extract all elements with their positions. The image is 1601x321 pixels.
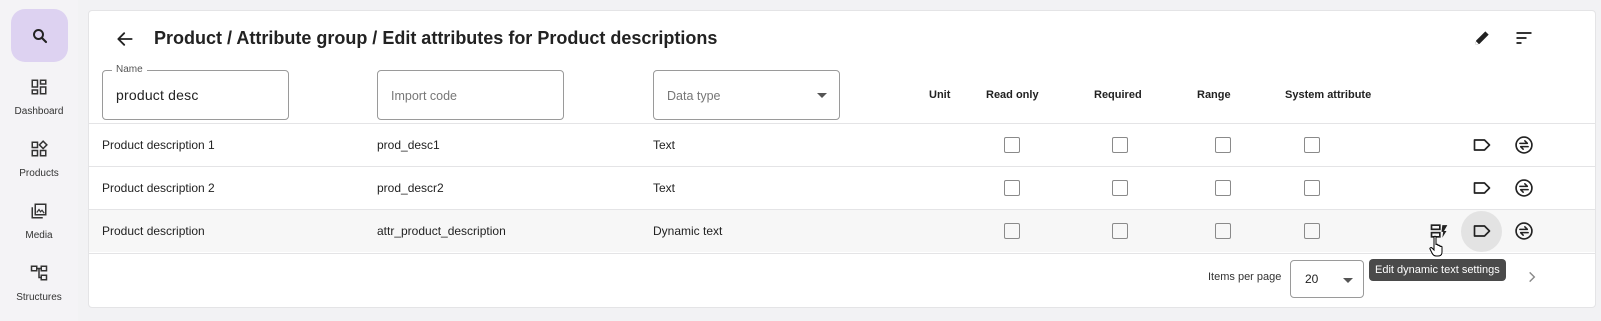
swap-icon[interactable] [1513,177,1535,199]
required-checkbox[interactable] [1112,223,1128,239]
attribute-data-type: Text [653,138,676,152]
name-field-label: Name [112,64,147,75]
swap-icon[interactable] [1513,220,1535,242]
pencil-icon[interactable] [1472,28,1492,48]
items-per-page-value: 20 [1305,272,1319,286]
dashboard-icon [0,78,78,100]
products-icon [0,140,78,162]
label-icon[interactable] [1471,220,1493,242]
label-icon[interactable] [1471,177,1493,199]
sidebar-item-label: Structures [16,292,62,303]
sidebar-item-dashboard[interactable]: Dashboard [0,78,78,117]
required-checkbox[interactable] [1112,137,1128,153]
arrow-back-icon[interactable] [115,29,135,49]
table-row[interactable]: Product description attr_product_descrip… [89,209,1595,252]
range-checkbox[interactable] [1215,137,1231,153]
footer-divider [89,253,1595,254]
hand-cursor-icon [1429,235,1443,257]
swap-icon[interactable] [1513,134,1535,156]
tooltip: Edit dynamic text settings [1369,259,1506,281]
sidebar: Dashboard Products Media Structures [0,0,78,321]
label-icon[interactable] [1471,134,1493,156]
sidebar-item-label: Media [25,230,53,241]
media-icon [0,202,78,224]
page-title: Product / Attribute group / Edit attribu… [154,28,718,48]
table-row[interactable]: Product description 1 prod_desc1 Text [89,123,1595,166]
data-type-placeholder: Data type [667,89,721,103]
search-button[interactable] [11,9,68,62]
read-only-checkbox[interactable] [1004,180,1020,196]
column-header-system-attribute: System attribute [1285,89,1372,101]
column-header-unit: Unit [929,89,951,101]
table-row[interactable]: Product description 2 prod_descr2 Text [89,166,1595,209]
import-code-filter-field[interactable]: Import code [377,70,564,120]
system-attribute-checkbox[interactable] [1304,180,1320,196]
system-attribute-checkbox[interactable] [1304,137,1320,153]
attribute-name: Product description 2 [102,181,215,195]
items-per-page-select[interactable]: 20 [1290,260,1364,298]
read-only-checkbox[interactable] [1004,137,1020,153]
chevron-down-icon [1343,278,1353,283]
column-header-required: Required [1094,89,1142,101]
sort-icon[interactable] [1514,28,1534,48]
attribute-data-type: Text [653,181,676,195]
name-field-value: product desc [116,87,199,103]
attribute-import-code: prod_desc1 [377,138,440,152]
attribute-data-type: Dynamic text [653,224,723,238]
attributes-panel: Product / Attribute group / Edit attribu… [88,10,1596,308]
sidebar-item-label: Products [19,168,59,179]
attribute-name: Product description [102,224,205,238]
column-header-range: Range [1197,89,1231,101]
attribute-import-code: prod_descr2 [377,181,444,195]
attribute-name: Product description 1 [102,138,215,152]
name-filter-field[interactable]: Name product desc [102,64,289,120]
sidebar-item-media[interactable]: Media [0,202,78,241]
range-checkbox[interactable] [1215,223,1231,239]
sidebar-item-products[interactable]: Products [0,140,78,179]
sidebar-item-structures[interactable]: Structures [0,264,78,303]
attribute-import-code: attr_product_description [377,224,506,238]
sidebar-item-label: Dashboard [14,106,64,117]
search-icon [32,28,47,43]
import-code-placeholder: Import code [391,89,458,103]
chevron-right-icon[interactable] [1525,270,1539,284]
column-header-read-only: Read only [986,89,1039,101]
data-type-select[interactable]: Data type [653,70,840,120]
chevron-down-icon [817,93,827,98]
range-checkbox[interactable] [1215,180,1231,196]
structures-icon [0,264,78,286]
system-attribute-checkbox[interactable] [1304,223,1320,239]
read-only-checkbox[interactable] [1004,223,1020,239]
required-checkbox[interactable] [1112,180,1128,196]
items-per-page-label: Items per page [1208,271,1282,283]
